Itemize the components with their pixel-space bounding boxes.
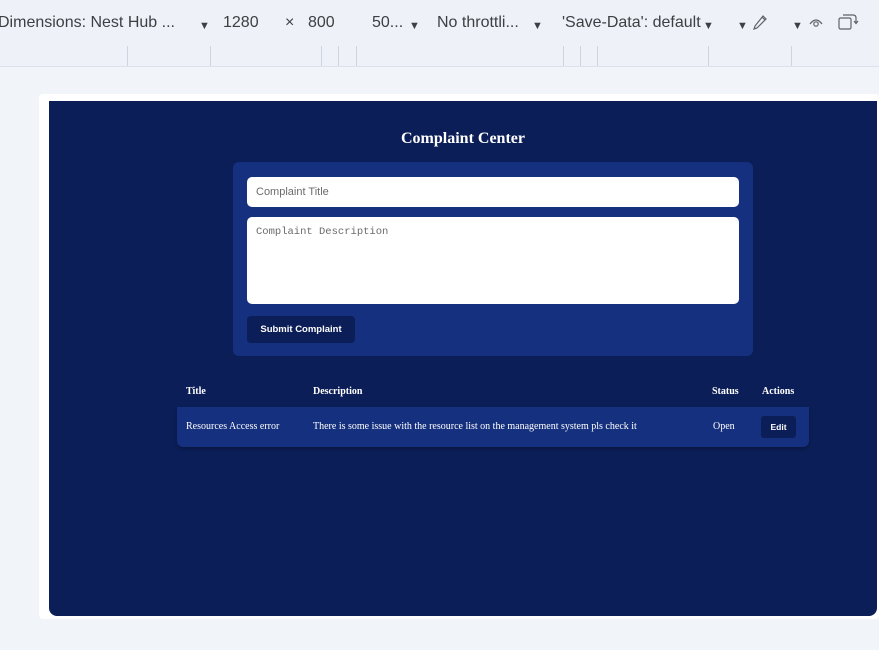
eye-icon[interactable] xyxy=(808,15,824,29)
complaint-form: Submit Complaint xyxy=(233,162,753,356)
complaints-table: Title Description Status Actions Resourc… xyxy=(177,377,809,447)
column-header-actions: Actions xyxy=(762,386,795,397)
caret-down-icon[interactable]: ▼ xyxy=(792,16,803,36)
zoom-dropdown[interactable]: 50... xyxy=(372,13,403,33)
column-header-title: Title xyxy=(186,386,206,397)
caret-down-icon[interactable]: ▼ xyxy=(703,16,714,36)
times-glyph: × xyxy=(285,14,295,31)
complaint-description-input[interactable] xyxy=(247,217,739,304)
save-data-dropdown[interactable]: 'Save-Data': default xyxy=(562,13,701,33)
edit-button[interactable]: Edit xyxy=(761,416,796,438)
caret-down-icon[interactable]: ▼ xyxy=(409,16,420,36)
column-header-status: Status xyxy=(712,386,739,397)
device-toolbar: Dimensions: Nest Hub ... ▼ 1280 × 800 50… xyxy=(0,0,879,46)
row-status: Open xyxy=(713,421,735,432)
submit-complaint-button[interactable]: Submit Complaint xyxy=(247,316,355,343)
ruler-segment[interactable] xyxy=(791,46,792,66)
dimensions-dropdown[interactable]: Dimensions: Nest Hub ... xyxy=(0,13,175,33)
rotate-device-icon[interactable] xyxy=(837,12,859,32)
width-field[interactable]: 1280 xyxy=(223,13,259,33)
media-query-ruler xyxy=(0,46,879,67)
complaint-title-input[interactable] xyxy=(247,177,739,207)
ruler-segment[interactable] xyxy=(127,46,128,66)
ruler-segment[interactable] xyxy=(563,46,564,66)
throttling-label: No throttli... xyxy=(437,14,519,31)
caret-down-icon[interactable]: ▼ xyxy=(737,16,748,36)
ruler-segment[interactable] xyxy=(338,46,339,66)
eyedropper-icon[interactable] xyxy=(752,14,768,32)
ruler-segment[interactable] xyxy=(597,46,598,66)
ruler-segment[interactable] xyxy=(708,46,709,66)
ruler-segment[interactable] xyxy=(580,46,581,66)
table-header: Title Description Status Actions xyxy=(177,377,809,407)
save-data-label: 'Save-Data': default xyxy=(562,14,701,31)
caret-down-icon[interactable]: ▼ xyxy=(199,16,210,36)
column-header-description: Description xyxy=(313,386,363,397)
zoom-label: 50... xyxy=(372,14,404,31)
complaint-app: Complaint Center Submit Complaint Title … xyxy=(49,101,877,616)
throttling-dropdown[interactable]: No throttli... xyxy=(437,13,519,33)
ruler-segment[interactable] xyxy=(210,46,211,66)
table-row: Resources Access error There is some iss… xyxy=(177,407,809,447)
height-field[interactable]: 800 xyxy=(308,13,335,33)
caret-down-icon[interactable]: ▼ xyxy=(532,16,543,36)
row-title: Resources Access error xyxy=(186,421,280,432)
row-description: There is some issue with the resource li… xyxy=(313,421,637,432)
ruler-segment[interactable] xyxy=(321,46,322,66)
dimensions-label: Dimensions: Nest Hub ... xyxy=(0,14,175,31)
ruler-segment[interactable] xyxy=(356,46,357,66)
page-title: Complaint Center xyxy=(401,130,525,147)
